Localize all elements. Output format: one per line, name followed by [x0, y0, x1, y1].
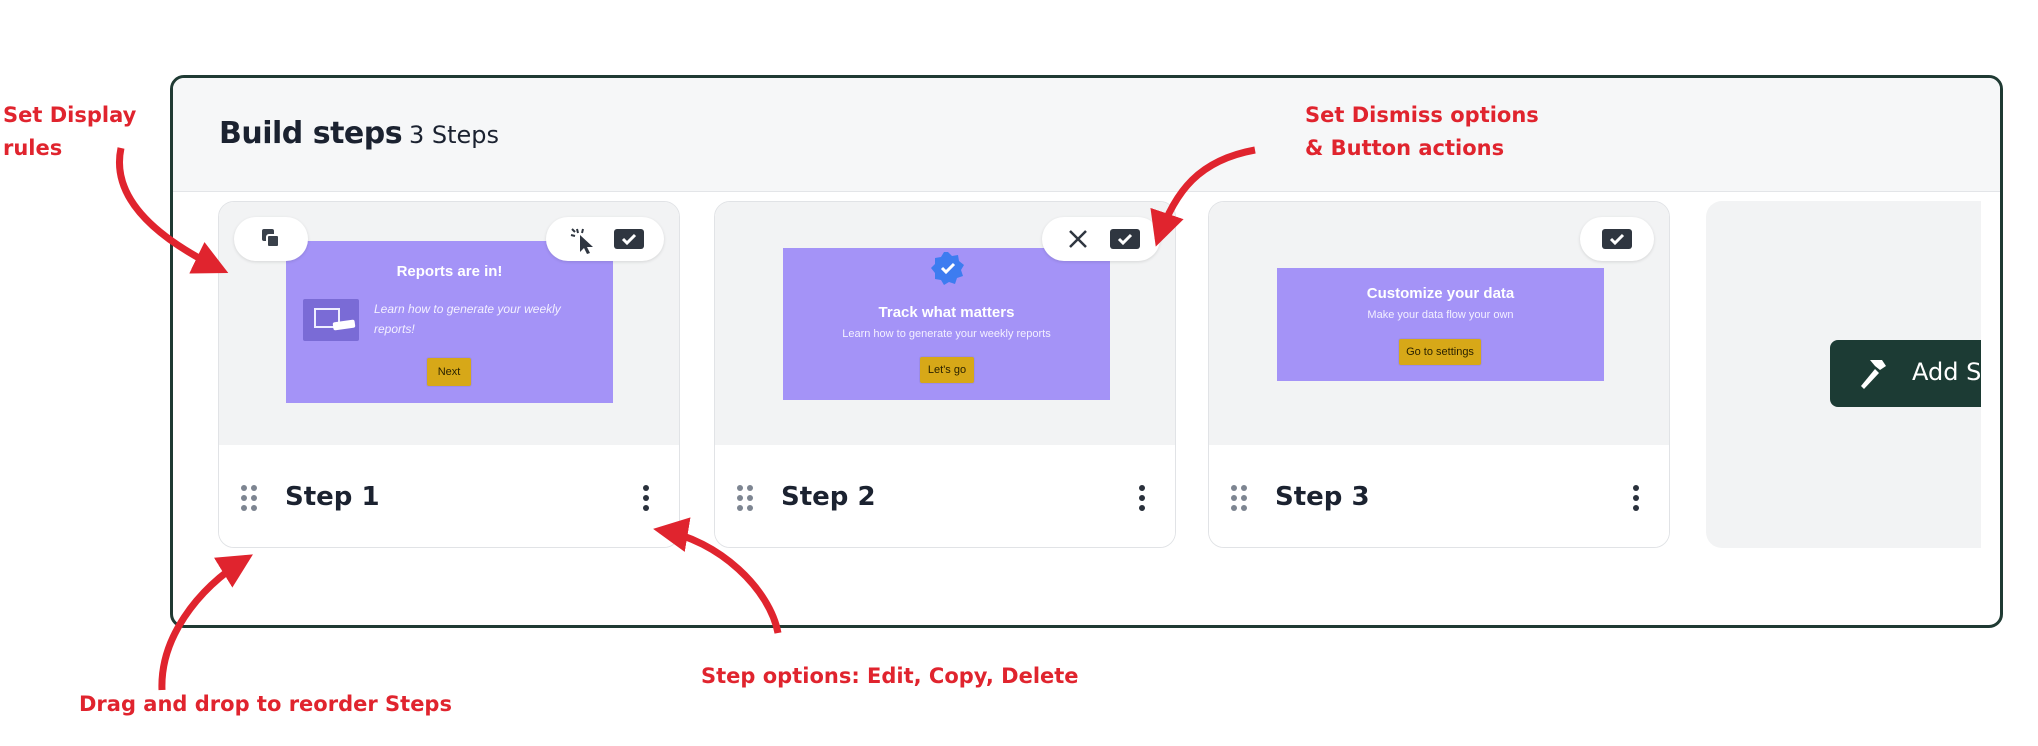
arrow-display-rules [116, 147, 229, 274]
arrow-drag-reorder [158, 554, 253, 691]
arrow-step-options [653, 517, 782, 634]
arrow-dismiss-options [1150, 146, 1256, 247]
annotation-arrows [116, 146, 1256, 691]
